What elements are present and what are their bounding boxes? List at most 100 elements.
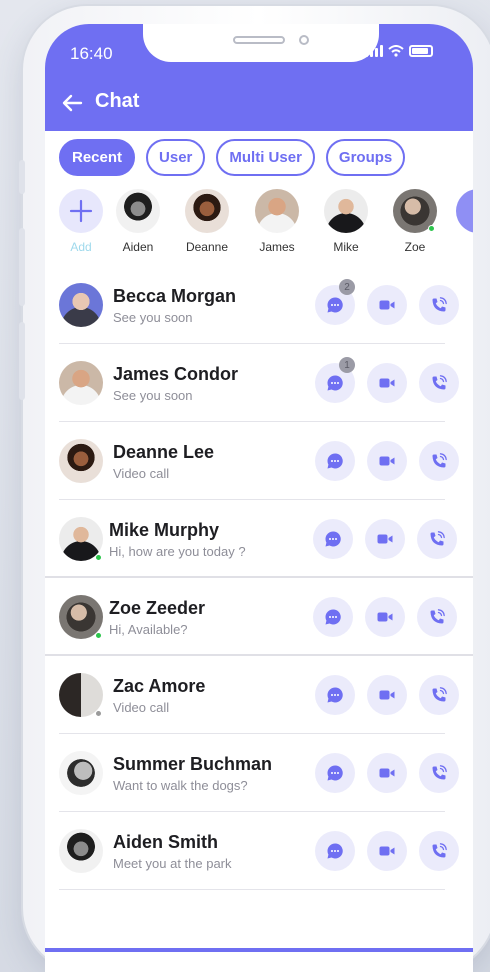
video-camera-icon [379,846,395,856]
online-indicator [428,225,435,232]
contact-name: Mike Murphy [109,520,220,540]
contact-name: Summer Buchman [113,754,273,774]
video-call-button[interactable] [365,597,405,637]
chat-bubble-icon [325,531,341,547]
voice-call-button[interactable] [419,831,459,871]
tab-multi-user[interactable]: Multi User [216,139,315,176]
plus-icon [69,199,93,223]
contact-row[interactable]: Deanne Lee Video call [59,422,459,500]
message-button[interactable]: 1 [315,357,355,403]
contact-name: Zoe Zeeder [109,598,206,618]
contact-row[interactable]: Mike Murphy Hi, how are you today ? [45,500,473,578]
phone-icon [432,843,447,858]
back-arrow-icon[interactable] [61,93,83,113]
phone-icon [432,687,447,702]
front-camera [299,35,309,45]
away-indicator [95,710,102,717]
story-aiden[interactable]: Aiden [108,189,168,254]
story-label: Mike [333,240,359,254]
voice-call-button[interactable] [419,675,459,715]
avatar [116,189,160,233]
video-camera-icon [379,690,395,700]
video-call-button[interactable] [367,753,407,793]
avatar [456,189,473,233]
bottom-accent-bar [45,948,473,952]
video-camera-icon [379,768,395,778]
story-mike[interactable]: Mike [316,189,376,254]
message-button[interactable] [313,597,353,637]
voice-call-button[interactable] [417,519,457,559]
story-james[interactable]: James [247,189,307,254]
phone-icon [430,531,445,546]
message-button[interactable] [315,675,355,715]
contact-name: Aiden Smith [113,832,219,852]
status-time: 16:40 [70,44,113,63]
phone-icon [432,375,447,390]
message-button[interactable]: 2 [315,279,355,325]
phone-icon [430,609,445,624]
chat-bubble-icon [327,375,343,391]
video-camera-icon [377,612,393,622]
avatar [393,189,437,233]
contact-row[interactable]: James Condor See you soon 1 [59,344,459,422]
contact-message: See you soon [113,310,193,325]
tab-user[interactable]: User [146,139,206,176]
battery-icon [409,45,433,57]
story-deanne[interactable]: Deanne [177,189,237,254]
voice-call-button[interactable] [419,441,459,481]
mute-switch [19,160,25,194]
message-button[interactable] [313,519,353,559]
video-call-button[interactable] [367,285,407,325]
tab-recent[interactable]: Recent [59,139,136,176]
chat-bubble-icon [327,843,343,859]
avatar [324,189,368,233]
contact-message: Hi, how are you today ? [109,544,246,559]
contact-row[interactable]: Zoe Zeeder Hi, Available? [45,578,473,656]
contact-message: Want to walk the dogs? [113,778,248,793]
message-button[interactable] [315,441,355,481]
status-icons [365,45,433,57]
story-label: Aiden [122,240,154,254]
video-camera-icon [379,300,395,310]
contact-actions [313,597,457,637]
contact-row[interactable]: Zac Amore Video call [59,656,459,734]
app-screen: 16:40 Chat Recent User Multi User Groups [45,24,473,972]
story-zoe[interactable]: Zoe [385,189,445,254]
voice-call-button[interactable] [419,363,459,403]
video-call-button[interactable] [367,441,407,481]
story-label: James [259,240,295,254]
avatar [59,751,103,795]
message-button[interactable] [315,753,355,793]
story-label-add: Add [70,240,92,254]
voice-call-button[interactable] [419,285,459,325]
chat-bubble-icon [327,765,343,781]
tab-groups[interactable]: Groups [325,139,406,176]
video-call-button[interactable] [365,519,405,559]
add-story-button[interactable] [59,189,103,233]
contact-actions [313,519,457,559]
contact-name: James Condor [113,364,239,384]
story-add[interactable]: Add [59,189,111,254]
contact-name: Becca Morgan [113,286,237,306]
video-call-button[interactable] [367,675,407,715]
contact-row[interactable]: Aiden Smith Meet you at the park [59,812,459,890]
contact-row[interactable]: Summer Buchman Want to walk the dogs? [59,734,459,812]
contact-name: Zac Amore [113,676,206,696]
contact-message: See you soon [113,388,193,403]
avatar [59,829,103,873]
unread-badge: 2 [339,279,355,295]
story-b[interactable]: B [448,189,473,254]
chat-bubble-icon [327,687,343,703]
message-button[interactable] [315,831,355,871]
contact-actions: 2 [315,279,459,325]
app-header: 16:40 Chat [45,24,473,131]
video-call-button[interactable] [367,831,407,871]
contact-row[interactable]: Becca Morgan See you soon 2 [59,266,459,344]
voice-call-button[interactable] [417,597,457,637]
voice-call-button[interactable] [419,753,459,793]
video-call-button[interactable] [367,363,407,403]
chat-bubble-icon [325,609,341,625]
wifi-icon [388,45,404,57]
phone-icon [432,765,447,780]
online-indicator [95,554,102,561]
